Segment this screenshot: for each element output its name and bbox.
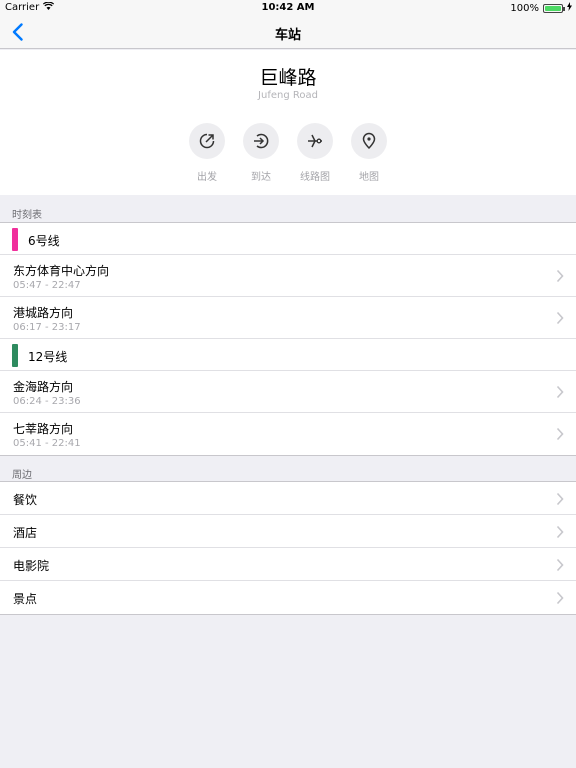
chevron-right-icon (556, 311, 564, 325)
direction-row[interactable]: 东方体育中心方向 05:47 - 22:47 (0, 255, 576, 297)
chevron-right-icon (556, 591, 564, 605)
route-map-button[interactable]: 线路图 (290, 123, 340, 183)
nearby-item-cinema[interactable]: 电影院 (0, 548, 576, 581)
arrive-button[interactable]: 到达 (236, 123, 286, 183)
direction-row[interactable]: 港城路方向 06:17 - 23:17 (0, 297, 576, 339)
depart-button[interactable]: 出发 (182, 123, 232, 183)
direction-row[interactable]: 七莘路方向 05:41 - 22:41 (0, 413, 576, 455)
line-name: 12号线 (28, 350, 68, 364)
charging-icon (567, 2, 572, 14)
station-name: 巨峰路 (259, 67, 317, 89)
line-header-12: 12号线 (0, 339, 576, 371)
station-name-english: Jufeng Road (258, 90, 318, 101)
arrive-icon (254, 133, 269, 149)
chevron-right-icon (556, 427, 564, 441)
chevron-right-icon (556, 558, 564, 572)
chevron-right-icon (556, 385, 564, 399)
battery-icon (543, 3, 565, 13)
nearby-item-dining[interactable]: 餐饮 (0, 482, 576, 515)
navigation-bar: 车站 (0, 16, 576, 49)
line-name: 6号线 (28, 234, 60, 248)
page-title: 车站 (274, 28, 301, 43)
chevron-right-icon (556, 525, 564, 539)
battery-percent: 100% (510, 2, 539, 14)
map-button[interactable]: 地图 (344, 123, 394, 183)
timetable-list: 6号线 东方体育中心方向 05:47 - 22:47 港城路方向 06:17 -… (0, 222, 576, 456)
nearby-item-hotel[interactable]: 酒店 (0, 515, 576, 548)
station-header: 巨峰路 Jufeng Road 出发 到达 线路图 地图 (0, 50, 576, 195)
line-color-bar (12, 228, 18, 251)
nearby-list: 餐饮 酒店 电影院 景点 (0, 481, 576, 615)
status-time: 10:42 AM (261, 2, 315, 13)
depart-icon (199, 133, 215, 149)
timetable-section-header: 时刻表 (12, 210, 42, 221)
status-bar: Carrier 10:42 AM 100% (0, 0, 576, 16)
chevron-right-icon (556, 269, 564, 283)
nearby-item-attractions[interactable]: 景点 (0, 581, 576, 614)
chevron-right-icon (556, 492, 564, 506)
action-bar: 出发 到达 线路图 地图 (0, 123, 576, 183)
line-header-6: 6号线 (0, 223, 576, 255)
route-map-icon (308, 134, 322, 148)
map-pin-icon (362, 132, 376, 150)
line-color-bar (12, 344, 18, 367)
direction-row[interactable]: 金海路方向 06:24 - 23:36 (0, 371, 576, 413)
nearby-section-header: 周边 (12, 470, 32, 481)
